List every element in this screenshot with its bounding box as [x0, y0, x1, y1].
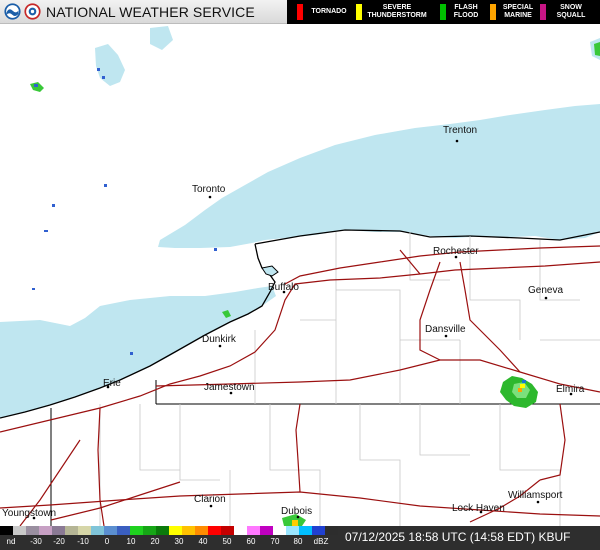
city-dot-geneva	[544, 296, 548, 300]
radar-echo-north-1-cell	[34, 84, 38, 87]
radar-echo-elmira-cell-2	[518, 388, 522, 392]
dbz-label: -30	[30, 537, 42, 546]
station-id: KBUF	[538, 530, 571, 544]
radar-echo-north-5	[44, 230, 48, 232]
radar-echo-north-7	[130, 352, 133, 355]
dbz-color-strip	[0, 526, 338, 535]
radar-echo-north-8	[214, 248, 217, 251]
city-label-williamsport: Williamsport	[508, 490, 563, 501]
radar-echo-north-6	[32, 288, 35, 290]
snow-squall-swatch	[540, 4, 546, 20]
legend-label-severe-thunderstorm: SEVERE THUNDERSTORM	[367, 4, 427, 19]
dbz-label: nd	[6, 537, 16, 546]
legend-item-tornado: TORNADO	[297, 0, 353, 24]
dbz-label: 10	[126, 537, 136, 546]
legend-item-flash-flood: FLASH FLOOD	[440, 0, 485, 24]
header-bar: NATIONAL WEATHER SERVICE TORNADO SEVERE …	[0, 0, 600, 24]
nws-logo-icon	[24, 3, 41, 20]
radar-echo-north-2	[97, 68, 100, 71]
city-label-buffalo: Buffalo	[268, 282, 299, 293]
city-dot-williamsport	[536, 500, 540, 504]
legend-item-severe-thunderstorm: SEVERE THUNDERSTORM	[356, 0, 436, 24]
city-label-elmira: Elmira	[556, 384, 585, 395]
city-label-toronto: Toronto	[192, 184, 226, 195]
city-label-youngstown: Youngstown	[2, 508, 57, 519]
timestamp-text: 07/12/2025 18:58 UTC (14:58 EDT)	[345, 530, 536, 544]
dbz-label: 0	[104, 537, 110, 546]
radar-echo-north-4	[52, 204, 55, 207]
legend-item-snow-squall: SNOW SQUALL	[540, 0, 596, 24]
dbz-label: dBZ	[313, 537, 329, 546]
map-canvas	[0, 24, 600, 526]
dbz-label: 30	[174, 537, 184, 546]
dbz-label: -20	[53, 537, 65, 546]
severe-thunderstorm-swatch	[356, 4, 362, 20]
city-dot-dansville	[444, 334, 448, 338]
city-label-dubois: Dubois	[281, 506, 313, 517]
radar-echo-elmira-cell	[520, 384, 525, 388]
city-dot-dunkirk	[218, 344, 222, 348]
city-dot-toronto	[208, 195, 212, 199]
city-dot-trenton	[455, 139, 459, 143]
radar-echo-north-9	[104, 184, 107, 187]
agency-banner: NATIONAL WEATHER SERVICE	[0, 0, 287, 24]
city-label-dansville: Dansville	[425, 324, 466, 335]
page-title: NATIONAL WEATHER SERVICE	[46, 4, 255, 20]
radar-map[interactable]: Trenton Toronto Rochester Geneva Buffalo…	[0, 24, 600, 526]
city-label-clarion: Clarion	[194, 494, 226, 505]
dbz-label: 40	[198, 537, 208, 546]
city-label-geneva: Geneva	[528, 285, 564, 296]
city-label-erie: Erie	[103, 378, 121, 389]
footer-bar: nd -30 -20 -10 0 10 20 30 40 50 60 70 80…	[0, 526, 600, 550]
legend-label-tornado: TORNADO	[311, 8, 347, 15]
flash-flood-swatch	[440, 4, 446, 20]
legend-label-flash-flood: FLASH FLOOD	[453, 4, 479, 19]
city-label-lock-haven: Lock Haven	[452, 503, 505, 514]
radar-echo-elmira-cell-3	[522, 380, 526, 383]
dbz-label: 70	[270, 537, 280, 546]
radar-echo-northeast	[594, 42, 600, 56]
tornado-swatch	[297, 4, 303, 20]
legend-label-snow-squall: SNOW SQUALL	[556, 4, 586, 19]
city-label-jamestown: Jamestown	[204, 382, 255, 393]
legend-item-special-marine: SPECIAL MARINE	[490, 0, 538, 24]
radar-echo-north-3	[102, 76, 105, 79]
land-area	[0, 24, 600, 526]
dbz-label: 20	[150, 537, 160, 546]
warning-legend: TORNADO SEVERE THUNDERSTORM FLASH FLOOD …	[287, 0, 600, 24]
city-dot-clarion	[209, 504, 213, 508]
dbz-scale: nd -30 -20 -10 0 10 20 30 40 50 60 70 80…	[0, 526, 338, 550]
city-label-dunkirk: Dunkirk	[202, 334, 236, 345]
legend-label-special-marine: SPECIAL MARINE	[502, 4, 534, 19]
dbz-label: 80	[293, 537, 303, 546]
dbz-labels: nd -30 -20 -10 0 10 20 30 40 50 60 70 80…	[0, 537, 338, 549]
noaa-logo-icon	[4, 3, 21, 20]
dbz-label: 60	[246, 537, 256, 546]
radar-timestamp: 07/12/2025 18:58 UTC (14:58 EDT) KBUF	[345, 530, 570, 544]
dbz-label: 50	[222, 537, 232, 546]
city-label-rochester: Rochester	[433, 246, 479, 257]
city-label-trenton: Trenton	[443, 125, 478, 136]
special-marine-swatch	[490, 4, 496, 20]
dbz-label: -10	[77, 537, 89, 546]
